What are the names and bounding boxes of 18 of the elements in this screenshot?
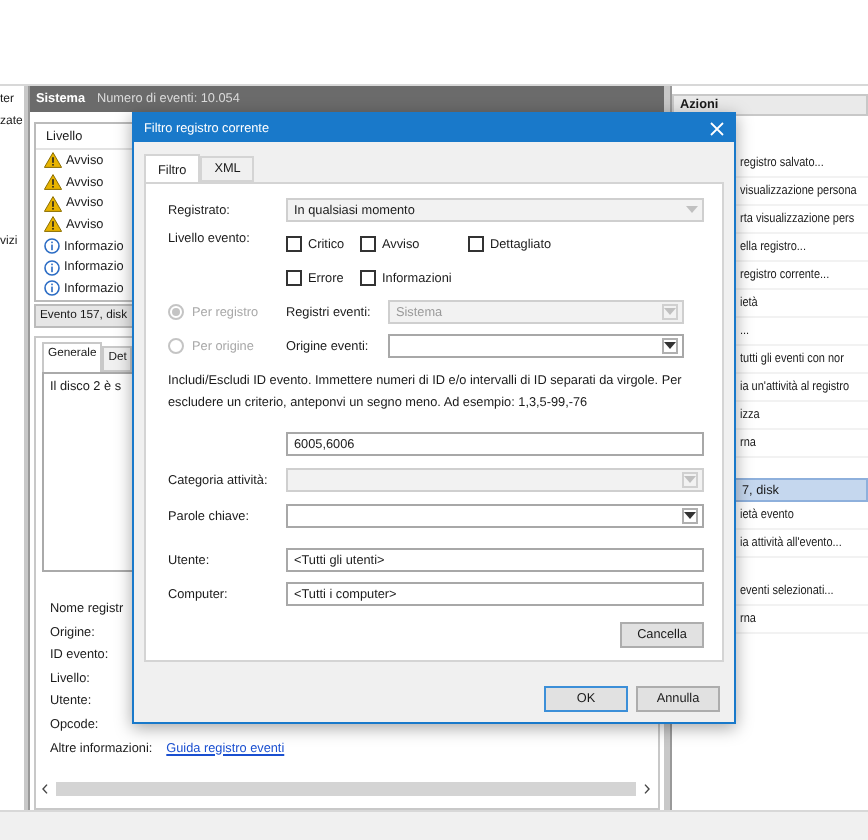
source-dropdown[interactable] [388,334,684,358]
warning-icon [44,195,62,212]
caret-icon [684,512,696,520]
scroll-right-icon[interactable] [644,784,650,794]
warning-icon [44,174,62,191]
close-button[interactable] [706,118,726,138]
warning-icon [44,216,62,233]
filter-dropdown[interactable] [286,504,704,528]
caret-icon [664,342,676,350]
info-icon [44,280,60,297]
info-icon [44,238,60,255]
caret-icon [686,206,698,214]
info-icon [44,259,60,276]
caret-icon [684,476,696,484]
scrollbar[interactable] [56,782,636,796]
scroll-left-icon[interactable] [42,784,48,794]
warning-icon [44,152,62,169]
caret-icon [664,308,676,316]
